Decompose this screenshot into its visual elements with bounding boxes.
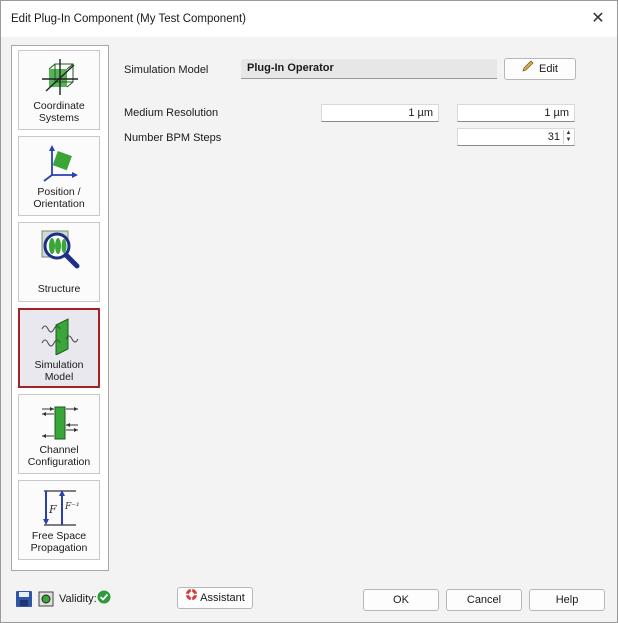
sidebar-item-label: Free Space Propagation [30,530,88,554]
pencil-icon [522,59,534,79]
medium-resolution-y-input[interactable]: 1 µm [457,104,575,122]
spin-buttons[interactable]: ▲ ▼ [563,130,573,144]
bottom-bar: Validity: Assistant OK Cancel Help [1,576,617,622]
help-button[interactable]: Help [529,589,605,611]
simulation-model-field: Plug-In Operator [241,59,497,79]
ok-button-label: OK [393,594,409,606]
spin-up-icon[interactable]: ▲ [564,130,573,137]
structure-icon [41,230,80,269]
validity-label: Validity: [59,593,97,605]
title-bar: Edit Plug-In Component (My Test Componen… [1,1,617,37]
save-icon[interactable] [15,590,33,608]
free-space-propagation-icon: F F⁻¹ [43,490,80,526]
sidebar-item-label: Coordinate Systems [33,100,85,124]
close-icon: ✕ [591,10,605,27]
sidebar-item-label: Simulation Model [34,359,84,383]
simulation-model-icon [41,318,79,355]
cancel-button[interactable]: Cancel [446,589,522,611]
sidebar-item-structure[interactable]: Structure [18,222,100,302]
medium-resolution-x-input[interactable]: 1 µm [321,104,439,122]
assistant-lifebuoy-icon [185,588,198,608]
spin-down-icon[interactable]: ▼ [564,137,573,144]
sidebar-item-position-orientation[interactable]: Position / Orientation [18,136,100,216]
assistant-button-label: Assistant [200,592,245,604]
position-orientation-icon [43,145,78,182]
edit-plugin-component-dialog: Edit Plug-In Component (My Test Componen… [0,0,618,623]
validity-check-icon [97,590,111,604]
bpm-steps-label: Number BPM Steps [124,132,222,144]
sidebar-item-free-space-propagation[interactable]: F F⁻¹ Free Space Propagation [18,480,100,560]
assistant-button[interactable]: Assistant [177,587,253,609]
help-button-label: Help [555,594,579,606]
edit-button[interactable]: Edit [504,58,576,80]
medium-resolution-label: Medium Resolution [124,107,219,119]
sidebar: Coordinate Systems Position / Orientatio… [11,45,109,571]
edit-button-label: Edit [539,63,558,75]
sidebar-item-channel-configuration[interactable]: Channel Configuration [18,394,100,474]
sidebar-item-label: Channel Configuration [27,444,91,468]
svg-text:F⁻¹: F⁻¹ [64,502,80,512]
close-button[interactable]: ✕ [583,5,613,33]
simulation-model-label: Simulation Model [124,64,209,76]
sidebar-item-label: Structure [37,283,81,295]
sidebar-item-coordinate-systems[interactable]: Coordinate Systems [18,50,100,130]
bpm-steps-stepper[interactable]: 31 ▲ ▼ [457,128,575,146]
bpm-steps-value: 31 [547,131,560,143]
channel-configuration-icon [42,406,78,440]
catalog-icon[interactable] [37,590,55,608]
svg-text:F: F [48,503,57,516]
coordinate-systems-icon [42,59,78,95]
sidebar-item-simulation-model[interactable]: Simulation Model [18,308,100,388]
cancel-button-label: Cancel [466,594,502,606]
ok-button[interactable]: OK [363,589,439,611]
sidebar-item-label: Position / Orientation [33,186,85,210]
window-title: Edit Plug-In Component (My Test Componen… [11,13,247,25]
